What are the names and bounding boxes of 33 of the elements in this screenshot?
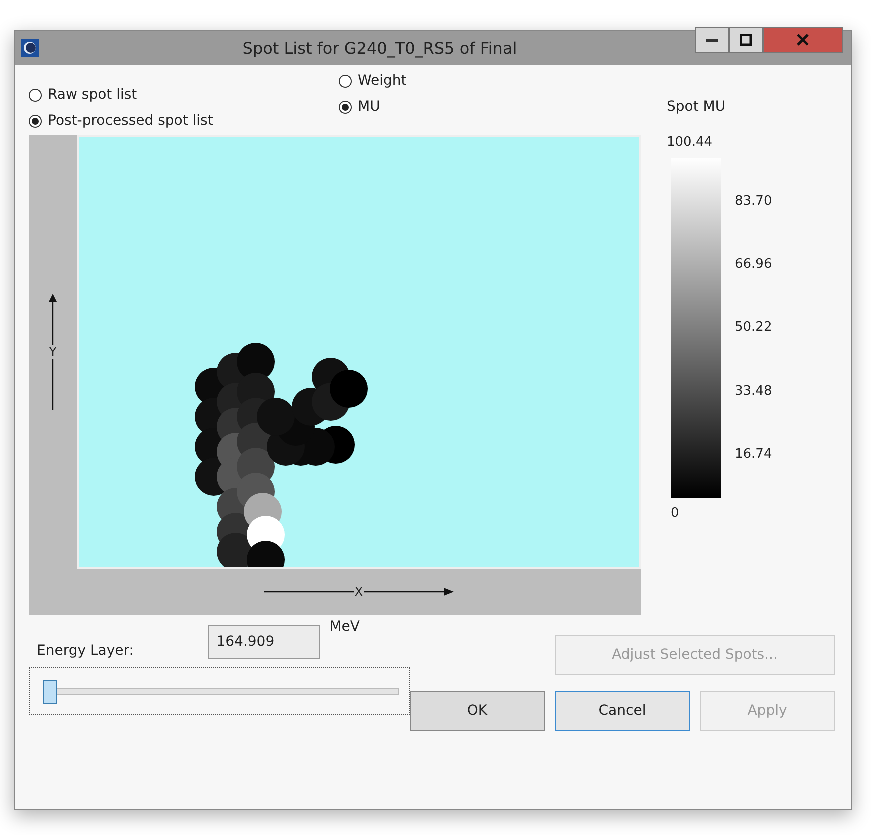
y-axis-label: Y <box>49 345 57 359</box>
scale-label: 50.22 <box>735 320 772 336</box>
energy-slider[interactable] <box>29 667 410 715</box>
minimize-icon <box>706 38 718 42</box>
x-axis-label: X <box>354 585 364 599</box>
radio-button[interactable] <box>29 88 42 102</box>
radio-button[interactable] <box>339 100 352 114</box>
scale-label: 0 <box>671 506 680 521</box>
close-icon <box>797 34 809 46</box>
radio-button[interactable] <box>339 74 352 88</box>
maximize-button[interactable] <box>729 27 763 53</box>
unit-label: MeV <box>330 619 360 635</box>
radio-label[interactable]: Post-processed spot list <box>48 113 214 129</box>
scale-label: 66.96 <box>735 257 772 272</box>
radio-label[interactable]: Raw spot list <box>48 87 138 103</box>
scale-label: 83.70 <box>735 194 772 210</box>
energy-field[interactable]: 164.909 <box>208 625 320 659</box>
minimize-button[interactable] <box>695 27 729 53</box>
radio-button[interactable] <box>29 114 42 128</box>
scale-label: 16.74 <box>735 446 772 462</box>
dialog-button[interactable]: OK <box>410 691 545 731</box>
radio-label[interactable]: MU <box>358 99 380 115</box>
dialog-button[interactable]: Cancel <box>555 691 690 731</box>
scale-label: 33.48 <box>735 384 772 399</box>
maximize-icon <box>740 34 752 46</box>
scale-title: Spot MU <box>667 99 727 115</box>
scale-label: 100.44 <box>667 135 714 150</box>
energy-layer-label: Energy Layer: <box>37 643 134 659</box>
close-button[interactable] <box>763 27 843 53</box>
window-title: Spot List for G240_T0_RS5 of Final <box>242 38 518 58</box>
radio-label[interactable]: Weight <box>358 73 407 89</box>
app-icon <box>21 39 39 57</box>
slider-thumb[interactable] <box>43 680 57 704</box>
